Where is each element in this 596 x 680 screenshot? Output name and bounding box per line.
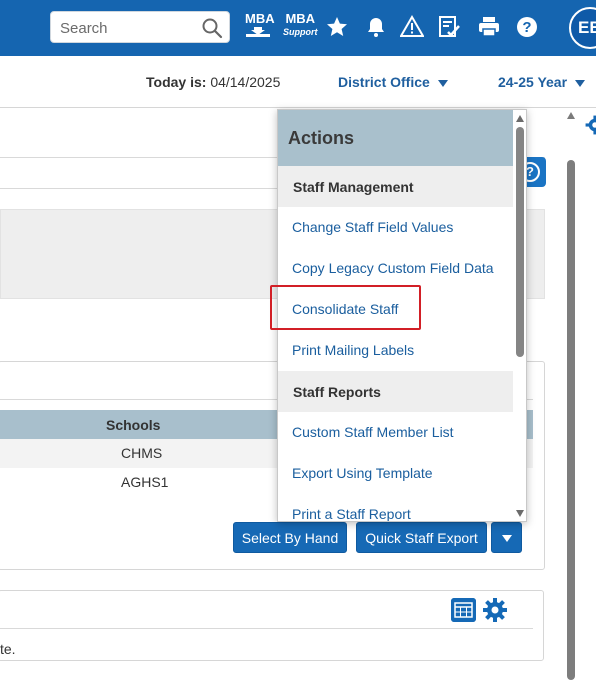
menu-item-change-staff-field-values[interactable]: Change Staff Field Values <box>278 207 513 248</box>
svg-text:?: ? <box>522 19 531 36</box>
table-cell-school: CHMS <box>121 445 163 461</box>
mba-download-button[interactable]: MBA <box>245 12 275 38</box>
menu-item-print-mailing-labels[interactable]: Print Mailing Labels <box>278 330 513 371</box>
scroll-up-icon[interactable] <box>516 115 524 122</box>
divider <box>0 628 533 629</box>
page-scrollbar[interactable] <box>566 112 576 680</box>
menu-item-print-a-staff-report[interactable]: Print a Staff Report <box>278 494 513 522</box>
menu-item-label: Copy Legacy Custom Field Data <box>292 260 494 276</box>
section-staff-management: Staff Management <box>278 166 513 207</box>
actions-header: Actions <box>278 110 513 166</box>
scroll-down-icon[interactable] <box>516 510 524 517</box>
menu-item-custom-staff-member-list[interactable]: Custom Staff Member List <box>278 412 513 453</box>
scroll-thumb[interactable] <box>567 160 575 680</box>
gear-icon[interactable] <box>584 112 596 138</box>
dropdown-scrollbar[interactable] <box>514 110 526 521</box>
help-icon[interactable]: ? <box>515 14 539 40</box>
mba-label: MBA <box>245 11 275 26</box>
menu-item-label: Custom Staff Member List <box>292 424 454 440</box>
year-dropdown[interactable]: 24-25 Year <box>498 74 586 90</box>
menu-item-copy-legacy-custom-field-data[interactable]: Copy Legacy Custom Field Data <box>278 248 513 289</box>
printer-icon[interactable] <box>477 14 501 40</box>
year-label: 24-25 Year <box>498 74 568 90</box>
today-label: Today is: <box>146 74 207 90</box>
star-icon[interactable] <box>325 14 349 40</box>
column-header-schools[interactable]: Schools <box>106 417 160 433</box>
mba-download-icon <box>246 27 270 37</box>
context-bar: Today is: 04/14/2025 District Office 24-… <box>0 56 596 108</box>
table-cell-school: AGHS1 <box>121 474 169 490</box>
export-options-button[interactable] <box>491 522 522 553</box>
menu-item-label: Print a Staff Report <box>292 506 411 522</box>
section-heading: Staff Management <box>293 179 414 195</box>
mba-support-button[interactable]: MBA Support <box>283 12 318 38</box>
chevron-down-icon <box>575 79 586 87</box>
bell-icon[interactable] <box>364 14 388 40</box>
highlight-box <box>270 285 421 330</box>
today-date: Today is: 04/14/2025 <box>146 74 280 90</box>
mba-support-label: MBA <box>285 11 316 26</box>
search-input[interactable] <box>60 18 200 38</box>
actions-title: Actions <box>288 128 355 148</box>
chevron-down-icon <box>437 79 448 87</box>
checklist-icon[interactable] <box>437 14 461 40</box>
chevron-down-icon <box>502 535 512 542</box>
search-icon[interactable] <box>201 17 223 39</box>
menu-item-label: Change Staff Field Values <box>292 219 454 235</box>
warning-icon[interactable] <box>400 14 424 40</box>
user-avatar[interactable]: EE <box>569 7 596 49</box>
gear-icon[interactable] <box>481 596 509 624</box>
menu-item-label: Print Mailing Labels <box>292 342 415 358</box>
top-nav-bar: MBA MBA Support ? EE <box>0 0 596 56</box>
menu-item-export-using-template[interactable]: Export Using Template <box>278 453 513 494</box>
section-staff-reports: Staff Reports <box>278 371 513 412</box>
calendar-icon[interactable] <box>451 598 476 622</box>
select-by-hand-button[interactable]: Select By Hand <box>233 522 347 553</box>
section-heading: Staff Reports <box>293 384 381 400</box>
scroll-thumb[interactable] <box>516 127 524 357</box>
footer-text: te. <box>0 641 16 657</box>
office-label: District Office <box>338 74 430 90</box>
menu-item-label: Export Using Template <box>292 465 433 481</box>
mba-support-sub: Support <box>283 27 318 37</box>
today-value: 04/14/2025 <box>210 74 281 90</box>
quick-staff-export-button[interactable]: Quick Staff Export <box>356 522 487 553</box>
office-dropdown[interactable]: District Office <box>338 74 448 90</box>
search-box[interactable] <box>50 11 230 43</box>
scroll-up-icon[interactable] <box>567 112 575 119</box>
